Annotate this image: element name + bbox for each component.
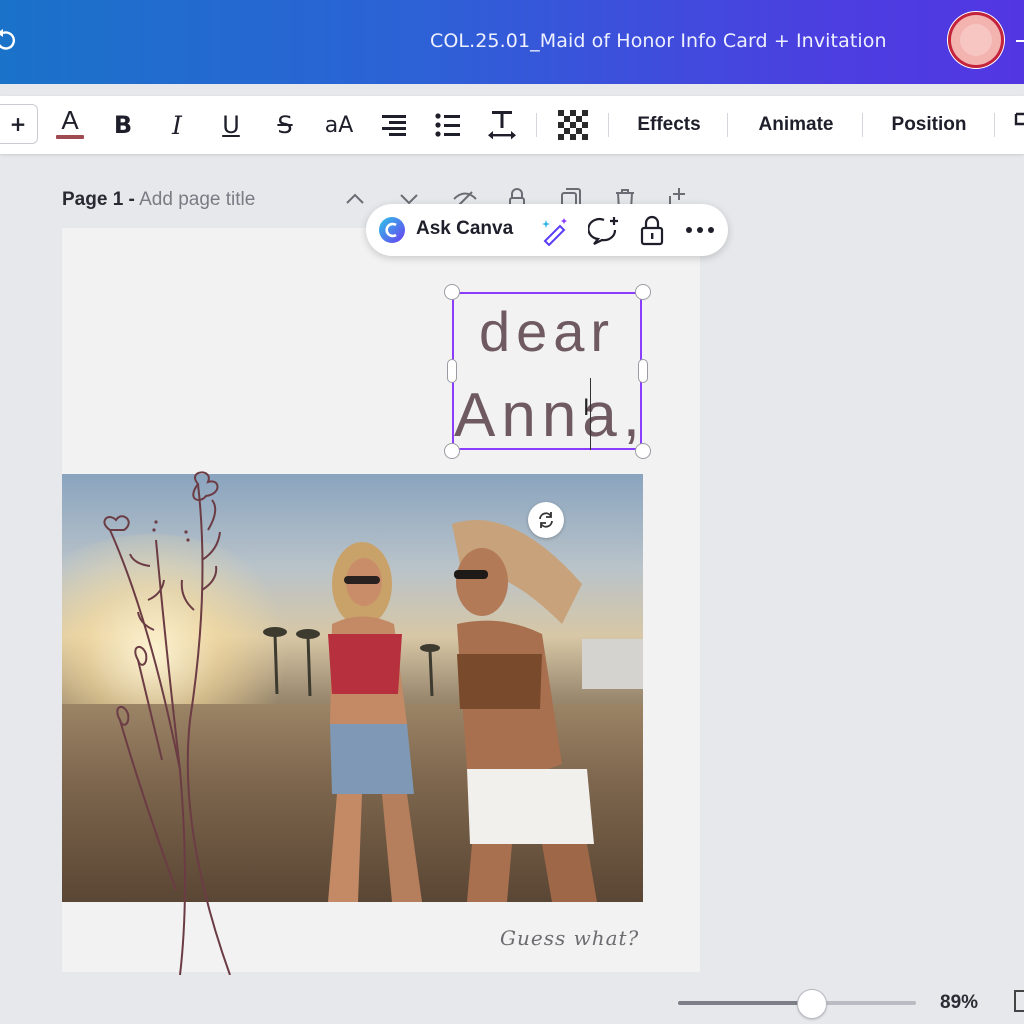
resize-handle-left[interactable] [447,359,457,383]
magic-edit-icon[interactable] [540,216,570,246]
list-button[interactable] [430,96,466,154]
spacing-button[interactable] [484,96,520,154]
more-tools-icon [1014,112,1024,126]
share-icon[interactable] [1016,40,1024,42]
pages-view-icon[interactable] [1014,990,1024,1012]
ask-canva-icon[interactable] [378,216,406,244]
floral-decoration [103,471,231,975]
zoom-slider-fill [678,1001,812,1005]
replace-image-button[interactable] [528,502,564,538]
text-color-swatch [56,135,84,139]
avatar[interactable] [948,12,1004,68]
script-subtitle-text[interactable]: Guess what? [500,926,639,950]
position-button[interactable]: Position [880,96,978,154]
text-selection-box [452,292,642,450]
letter-case-button[interactable]: aA [318,96,360,154]
page-title-input[interactable]: Add page title [139,189,255,210]
toolbar-divider [994,113,995,137]
underline-button[interactable]: U [214,96,248,154]
transparency-button[interactable] [556,96,590,154]
italic-icon: I [172,110,182,140]
resize-handle-top-right[interactable] [635,284,651,300]
bullet-list-icon [435,113,460,137]
replace-icon [539,512,553,528]
italic-button[interactable]: I [160,96,194,154]
underline-icon: U [222,111,240,139]
resize-handle-top-left[interactable] [444,284,460,300]
effects-button[interactable]: Effects [626,96,712,154]
text-toolbar: + A B I U S aA Effects Animate Position [0,96,1024,154]
element-context-bar: Ask Canva [366,204,728,256]
resize-handle-right[interactable] [638,359,648,383]
toolbar-divider [608,113,609,137]
top-bar: COL.25.01_Maid of Honor Info Card + Invi… [0,0,1024,84]
resize-handle-bottom-left[interactable] [444,443,460,459]
document-title[interactable]: COL.25.01_Maid of Honor Info Card + Invi… [430,30,887,52]
resize-handle-bottom-right[interactable] [635,443,651,459]
text-caret [590,378,591,450]
text-color-icon: A [56,105,84,139]
text-color-button[interactable]: A [50,96,90,154]
letter-case-icon: aA [324,112,354,138]
ibeam-cursor-icon: I [583,396,590,421]
align-right-icon [382,115,406,136]
ask-canva-button[interactable]: Ask Canva [416,218,513,240]
effects-label: Effects [637,114,701,135]
strikethrough-button[interactable]: S [268,96,302,154]
alignment-button[interactable] [376,96,412,154]
strikethrough-icon: S [277,111,293,139]
lock-icon[interactable] [638,214,666,246]
page-header: Page 1 - Add page title [62,189,255,211]
animate-button[interactable]: Animate [746,96,846,154]
animate-label: Animate [758,114,834,135]
toolbar-divider [862,113,863,137]
body-text-partial[interactable] [320,964,640,972]
text-color-glyph: A [61,105,79,135]
more-toolbar-button[interactable] [1008,96,1024,154]
sync-icon[interactable] [0,28,16,52]
chevron-up-icon[interactable] [342,186,368,212]
add-comment-icon[interactable] [588,215,620,247]
position-label: Position [891,114,967,135]
zoom-level[interactable]: 89% [940,992,978,1014]
page-number-label: Page 1 - [62,189,135,210]
toolbar-divider [536,113,537,137]
transparency-icon [558,110,588,140]
avatar-image [960,24,992,56]
bold-icon: B [113,111,133,139]
text-spacing-icon [488,111,516,140]
more-options-icon[interactable] [684,224,716,236]
bold-button[interactable]: B [106,96,140,154]
font-size-increase-button[interactable]: + [0,104,38,144]
toolbar-divider [727,113,728,137]
